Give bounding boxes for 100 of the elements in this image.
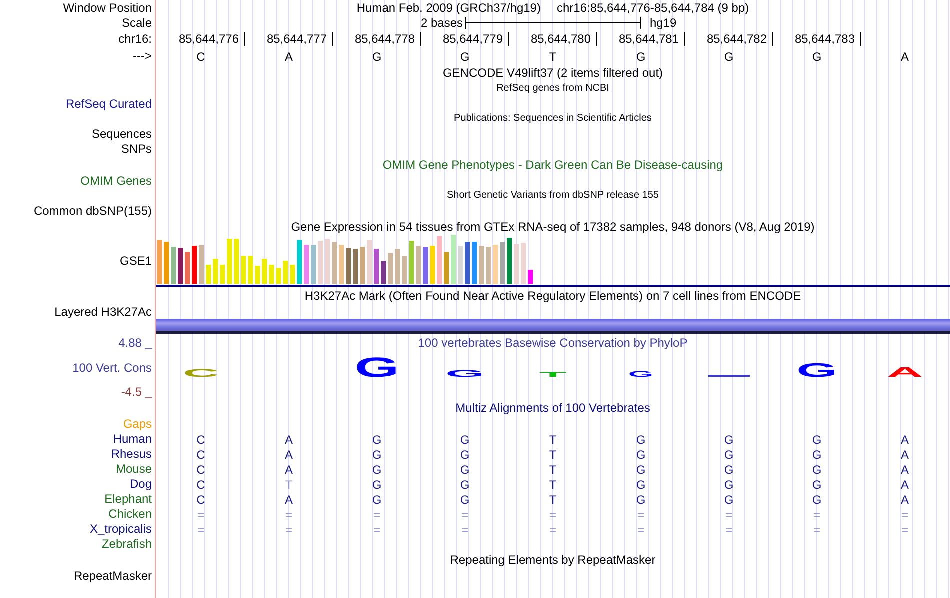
expression-bar: [521, 243, 526, 284]
coordinate-label: 85,644,777: [266, 31, 327, 48]
track-label: Sequences: [92, 126, 152, 142]
aligned-base: A: [284, 447, 293, 464]
logo-letter: G: [446, 368, 484, 380]
aligned-base: C: [196, 432, 206, 449]
track-title: H3K27Ac Mark (Often Found Near Active Regulatory Elements) on 7 cell lines from ENCODE: [304, 288, 802, 304]
expression-bar: [444, 252, 449, 284]
track-title: Repeating Elements by RepeatMasker: [450, 552, 656, 568]
aligned-base: =: [461, 507, 468, 524]
expression-bar: [220, 265, 225, 284]
base-letter: T: [549, 49, 557, 66]
expression-bar: [514, 244, 519, 284]
species-label: Elephant: [104, 490, 152, 508]
aligned-base: =: [285, 522, 292, 539]
expression-bar: [423, 247, 428, 284]
aligned-base: T: [549, 477, 557, 494]
expression-bar: [360, 247, 365, 284]
track-title: Gene Expression in 54 tissues from GTEx RNA-seq of 17382 samples, 948 donors (V8, Aug 2019): [291, 218, 815, 236]
track-label: Zebrafish: [102, 536, 152, 552]
aligned-base: T: [549, 492, 557, 509]
aligned-base: =: [813, 522, 820, 539]
aligned-base: A: [900, 447, 909, 464]
logo-letter: A: [886, 364, 924, 380]
expression-bar: [479, 246, 484, 284]
aligned-base: =: [197, 507, 204, 524]
track-label: RefSeq Curated: [66, 96, 152, 112]
aligned-base: G: [372, 462, 382, 479]
track-label: OMIM Genes: [80, 172, 152, 190]
aligned-base: G: [724, 432, 734, 449]
base-letter: G: [372, 49, 382, 66]
aligned-base: G: [460, 492, 470, 509]
aligned-base: G: [812, 462, 822, 479]
tick-mark: [420, 32, 421, 46]
species-label: X_tropicalis: [90, 520, 152, 538]
aligned-base: G: [812, 477, 822, 494]
expression-bar: [451, 235, 456, 284]
expression-bar: [311, 245, 316, 284]
aligned-base: G: [636, 477, 646, 494]
aligned-base: =: [637, 507, 644, 524]
base-letter: A: [284, 49, 293, 66]
strand-label: --->: [133, 48, 152, 65]
tick-mark: [684, 32, 685, 46]
expression-bar: [430, 246, 435, 284]
expression-bar: [171, 247, 176, 284]
expression-bar: [458, 246, 463, 284]
expression-bar: [472, 242, 477, 284]
expression-bar: [248, 256, 253, 284]
expression-bar: [367, 240, 372, 284]
tick-mark: [508, 32, 509, 46]
aligned-base: =: [461, 522, 468, 539]
expression-bar: [325, 239, 330, 284]
track-label: Common dbSNP(155): [34, 202, 152, 220]
expression-bar: [192, 246, 197, 284]
track-label: Gaps: [123, 416, 152, 432]
expression-bar: [304, 245, 309, 284]
species-label: Mouse: [116, 460, 152, 478]
expression-bar: [262, 259, 267, 284]
aligned-base: C: [196, 462, 206, 479]
aligned-base: T: [549, 432, 557, 449]
track-label: RepeatMasker: [74, 568, 152, 584]
expression-bar: [199, 245, 204, 284]
expression-bar: [528, 270, 533, 284]
aligned-base: =: [901, 507, 908, 524]
track-title: 100 vertebrates Basewise Conservation by PhyloP: [418, 334, 688, 352]
aligned-base: G: [812, 447, 822, 464]
aligned-base: G: [372, 477, 382, 494]
track-subtitle: Short Genetic Variants from dbSNP release 155: [447, 189, 659, 203]
scale-value-label: -4.5 _: [121, 384, 152, 400]
expression-bar: [185, 252, 190, 284]
expression-bar: [164, 242, 169, 284]
base-letter: G: [812, 49, 822, 66]
aligned-base: =: [549, 522, 556, 539]
expression-bar: [234, 239, 239, 284]
aligned-base: =: [901, 522, 908, 539]
coordinate-label: 85,644,776: [178, 31, 239, 48]
logo-letter: C: [182, 366, 220, 380]
aligned-base: G: [812, 432, 822, 449]
tick-mark: [332, 32, 333, 46]
expression-bar: [388, 253, 393, 284]
expression-bar: [500, 242, 505, 284]
base-letter: A: [900, 49, 909, 66]
row-label: chr16:: [118, 31, 152, 48]
track-label: SNPs: [121, 140, 152, 158]
aligned-base: C: [196, 477, 206, 494]
track-subtitle: Publications: Sequences in Scientific Articles: [454, 112, 652, 126]
expression-bar: [409, 241, 414, 284]
aligned-base: G: [460, 447, 470, 464]
coordinate-label: 85,644,781: [618, 31, 679, 48]
expression-bar: [493, 245, 498, 284]
expression-bar: [283, 261, 288, 284]
expression-bar: [402, 256, 407, 284]
base-letter: G: [636, 49, 646, 66]
aligned-base: G: [636, 492, 646, 509]
aligned-base: A: [900, 492, 909, 509]
aligned-base: G: [636, 447, 646, 464]
species-label: Human: [113, 430, 152, 448]
expression-bar: [276, 268, 281, 284]
genome-position: chr16:85,644,776-85,644,784 (9 bp): [556, 0, 750, 16]
aligned-base: T: [285, 477, 293, 494]
